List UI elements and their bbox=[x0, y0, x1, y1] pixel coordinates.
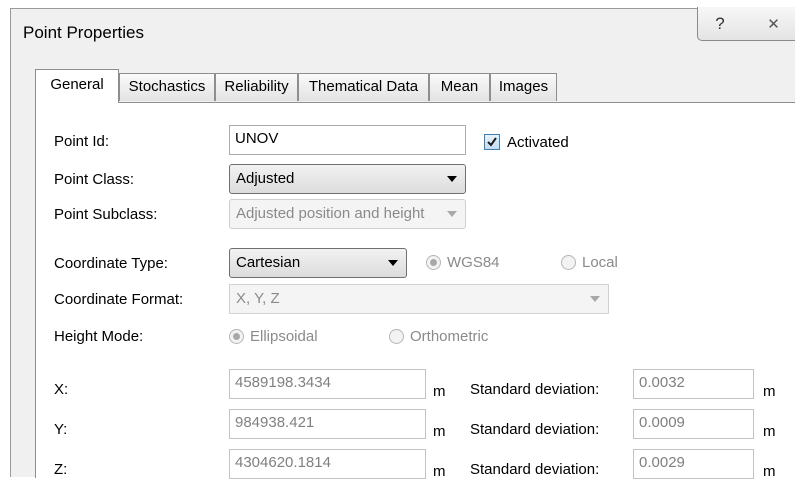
coordinate-format-select[interactable]: X, Y, Z bbox=[229, 284, 609, 314]
close-button[interactable]: ✕ bbox=[742, 7, 795, 41]
height-mode-label: Height Mode: bbox=[54, 328, 144, 345]
activated-checkbox[interactable] bbox=[484, 134, 500, 150]
tab-reliability[interactable]: Reliability bbox=[215, 73, 298, 101]
wgs84-label: WGS84 bbox=[447, 254, 500, 271]
point-id-input[interactable]: UNOV bbox=[229, 125, 466, 155]
chevron-down-icon bbox=[447, 176, 457, 182]
help-icon: ? bbox=[715, 13, 725, 33]
z-coordinate-input[interactable]: 4304620.1814 bbox=[229, 449, 426, 479]
x-sd-unit: m bbox=[763, 383, 776, 400]
local-label: Local bbox=[582, 254, 618, 271]
activated-label: Activated bbox=[507, 134, 569, 151]
z-sd-input[interactable]: 0.0029 bbox=[633, 449, 754, 479]
help-button[interactable]: ? bbox=[697, 7, 743, 41]
tab-thematical-data[interactable]: Thematical Data bbox=[298, 73, 429, 101]
y-sd-unit: m bbox=[763, 423, 776, 440]
chevron-down-icon bbox=[447, 211, 457, 217]
ellipsoidal-label: Ellipsoidal bbox=[250, 328, 318, 345]
wgs84-radio[interactable] bbox=[426, 255, 441, 270]
y-sd-input[interactable]: 0.0009 bbox=[633, 409, 754, 439]
orthometric-label: Orthometric bbox=[410, 328, 489, 345]
x-sd-input[interactable]: 0.0032 bbox=[633, 369, 754, 399]
tab-images[interactable]: Images bbox=[490, 73, 557, 101]
y-unit: m bbox=[433, 423, 446, 440]
close-icon: ✕ bbox=[767, 15, 780, 33]
x-unit: m bbox=[433, 383, 446, 400]
window-title: Point Properties bbox=[23, 23, 144, 42]
tab-general[interactable]: General bbox=[35, 69, 119, 103]
title-bar: Point Properties ? ✕ bbox=[11, 7, 795, 57]
y-label: Y: bbox=[54, 421, 68, 438]
point-id-label: Point Id: bbox=[54, 133, 110, 150]
point-subclass-value: Adjusted position and height bbox=[236, 205, 425, 222]
chevron-down-icon bbox=[590, 296, 600, 302]
z-sd-unit: m bbox=[763, 463, 776, 480]
checkmark-icon bbox=[487, 137, 497, 147]
point-class-value: Adjusted bbox=[236, 170, 295, 187]
coordinate-type-value: Cartesian bbox=[236, 254, 301, 271]
coordinate-type-select[interactable]: Cartesian bbox=[229, 248, 407, 278]
tab-mean[interactable]: Mean bbox=[429, 73, 490, 101]
x-coordinate-input[interactable]: 4589198.3434 bbox=[229, 369, 426, 399]
tab-stochastics[interactable]: Stochastics bbox=[119, 73, 215, 101]
x-sd-label: Standard deviation: bbox=[470, 381, 600, 398]
z-label: Z: bbox=[54, 461, 68, 478]
coordinate-format-value: X, Y, Z bbox=[236, 290, 280, 307]
point-class-select[interactable]: Adjusted bbox=[229, 164, 466, 194]
z-unit: m bbox=[433, 463, 446, 480]
general-tab-panel: Point Id: UNOV Activated Point Class: Ad… bbox=[35, 102, 795, 480]
coordinate-type-label: Coordinate Type: bbox=[54, 255, 168, 272]
point-properties-dialog: Point Properties ? ✕ General Stochastics… bbox=[10, 7, 795, 480]
local-radio[interactable] bbox=[561, 255, 576, 270]
x-label: X: bbox=[54, 381, 69, 398]
point-subclass-label: Point Subclass: bbox=[54, 206, 158, 223]
coordinate-format-label: Coordinate Format: bbox=[54, 291, 184, 308]
chevron-down-icon bbox=[388, 260, 398, 266]
orthometric-radio[interactable] bbox=[389, 329, 404, 344]
point-subclass-select[interactable]: Adjusted position and height bbox=[229, 199, 466, 229]
y-sd-label: Standard deviation: bbox=[470, 421, 600, 438]
y-coordinate-input[interactable]: 984938.421 bbox=[229, 409, 426, 439]
ellipsoidal-radio[interactable] bbox=[229, 329, 244, 344]
z-sd-label: Standard deviation: bbox=[470, 461, 600, 478]
point-class-label: Point Class: bbox=[54, 171, 135, 188]
